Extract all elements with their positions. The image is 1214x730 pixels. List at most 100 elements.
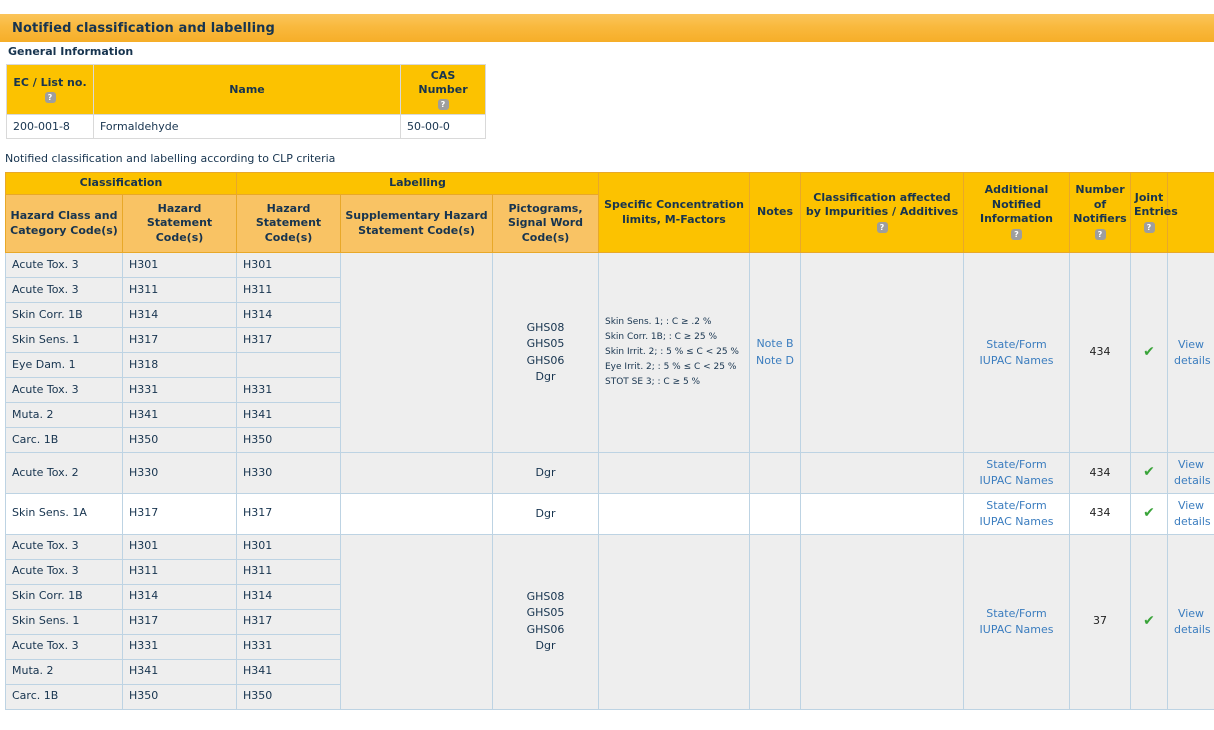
- cell-hazard-statement-labelling[interactable]: H330: [236, 452, 341, 494]
- cell-hazard-statement-labelling[interactable]: H314: [236, 302, 341, 328]
- cell-hazard-statement-labelling: [236, 352, 341, 378]
- additional-info-link-line[interactable]: IUPAC Names: [970, 473, 1063, 489]
- cell-pictograms-signal-word: Dgr: [492, 452, 599, 494]
- cell-specific-concentration-limits: [598, 452, 750, 494]
- additional-info-link-line[interactable]: State/Form: [970, 606, 1063, 622]
- pictogram-code-line: GHS05: [526, 337, 565, 350]
- cell-hazard-class-category: Acute Tox. 3: [5, 533, 123, 560]
- cell-hazard-statement-labelling[interactable]: H341: [236, 402, 341, 428]
- help-icon[interactable]: ?: [1094, 228, 1106, 240]
- cell-hazard-statement-classification[interactable]: H318: [122, 352, 237, 378]
- cell-view-details[interactable]: View details: [1167, 533, 1214, 710]
- cell-hazard-statement-classification[interactable]: H314: [122, 583, 237, 610]
- cell-hazard-statement-classification[interactable]: H350: [122, 427, 237, 453]
- view-details-link-line[interactable]: details: [1174, 473, 1211, 489]
- additional-info-link-line[interactable]: State/Form: [970, 457, 1063, 473]
- view-details-link-line[interactable]: details: [1174, 514, 1211, 530]
- help-icon[interactable]: ?: [437, 99, 449, 110]
- cell-specific-concentration-limits: [598, 492, 750, 535]
- cell-hazard-statement-classification[interactable]: H317: [122, 608, 237, 635]
- view-details-link: View details: [1174, 337, 1211, 369]
- table-row: Acute Tox. 3 H301 H301 GHS08 GHS05 GHS06 Dgr Sk…: [5, 252, 1214, 453]
- column-header-label: Number of Notifiers: [1073, 183, 1127, 225]
- pictogram-code-line: Dgr: [535, 465, 556, 479]
- specific-concentration-entry: Skin Sens. 1; : C ≥ .2 % Skin Corr. 1B; :…: [605, 315, 743, 389]
- additional-info-link-line[interactable]: IUPAC Names: [970, 514, 1063, 530]
- column-header-number-of-notifiers: Number of Notifiers ?: [1069, 172, 1131, 253]
- cell-hazard-class-category: Acute Tox. 3: [5, 377, 123, 403]
- cell-hazard-statement-labelling[interactable]: H311: [236, 558, 341, 585]
- cell-hazard-statement-labelling[interactable]: H331: [236, 377, 341, 403]
- view-details-link-line[interactable]: details: [1174, 622, 1211, 638]
- cell-hazard-class-category: Carc. 1B: [5, 683, 123, 710]
- clp-classification-table: Classification Labelling Specific Concen…: [5, 172, 1214, 710]
- cell-hazard-statement-labelling[interactable]: H317: [236, 608, 341, 635]
- cell-hazard-statement-labelling[interactable]: H314: [236, 583, 341, 610]
- column-header-hazard-class-category: Hazard Class and Category Code(s): [5, 194, 123, 253]
- check-icon: ✔: [1143, 343, 1155, 360]
- cell-hazard-statement-labelling[interactable]: H317: [236, 327, 341, 353]
- cell-hazard-statement-classification[interactable]: H331: [122, 633, 237, 660]
- cell-number-of-notifiers: 434: [1069, 252, 1131, 453]
- pictogram-code: GHS08 GHS05 GHS06 Dgr: [499, 320, 592, 386]
- cell-hazard-statement-classification[interactable]: H311: [122, 558, 237, 585]
- clp-table-body: Acute Tox. 3 H301 H301 GHS08 GHS05 GHS06 Dgr Sk…: [5, 252, 1214, 710]
- cell-hazard-class-category: Acute Tox. 3: [5, 633, 123, 660]
- cell-hazard-class-category: Skin Corr. 1B: [5, 583, 123, 610]
- cell-impurities-additives: [800, 533, 964, 710]
- additional-info-link-line[interactable]: IUPAC Names: [970, 353, 1063, 369]
- cell-hazard-statement-labelling[interactable]: H301: [236, 533, 341, 560]
- view-details-link-line[interactable]: View: [1174, 498, 1208, 514]
- help-icon[interactable]: ?: [1143, 221, 1155, 233]
- cell-view-details[interactable]: View details: [1167, 492, 1214, 535]
- cell-hazard-statement-classification[interactable]: H341: [122, 402, 237, 428]
- column-header-pictograms-signal-word: Pictograms, Signal Word Code(s): [492, 194, 599, 253]
- help-icon[interactable]: ?: [44, 92, 56, 104]
- additional-info-link-line[interactable]: IUPAC Names: [970, 622, 1063, 638]
- cell-hazard-statement-classification[interactable]: H341: [122, 658, 237, 685]
- page-banner: Notified classification and labelling: [0, 14, 1214, 42]
- cell-hazard-class-category: Skin Sens. 1: [5, 608, 123, 635]
- view-details-link-line[interactable]: details: [1174, 353, 1211, 369]
- table-row: Acute Tox. 2 H330 H330 Dgr State/Form IUPAC N…: [5, 452, 1214, 494]
- cell-joint-entries: ✔: [1130, 533, 1168, 710]
- specific-concentration-entry-line: Skin Corr. 1B; : C ≥ 25 %: [605, 332, 718, 343]
- cell-view-details[interactable]: View details: [1167, 452, 1214, 494]
- cell-view-details[interactable]: View details: [1167, 252, 1214, 453]
- pictogram-code-line: Dgr: [535, 639, 556, 653]
- pictogram-code-line: GHS08: [526, 320, 565, 334]
- cell-hazard-statement-labelling[interactable]: H301: [236, 252, 341, 278]
- cell-hazard-class-category: Carc. 1B: [5, 427, 123, 453]
- note-link-line[interactable]: Note B: [756, 336, 794, 353]
- additional-info-link-line[interactable]: State/Form: [970, 498, 1063, 514]
- column-header-notes: Notes: [749, 172, 801, 253]
- cell-hazard-statement-labelling[interactable]: H331: [236, 633, 341, 660]
- cell-hazard-statement-labelling[interactable]: H341: [236, 658, 341, 685]
- pictogram-code-line: GHS08: [526, 589, 565, 603]
- column-header-name: Name: [93, 63, 401, 116]
- note-link-line[interactable]: Note D: [756, 353, 794, 370]
- cell-hazard-statement-classification[interactable]: H301: [122, 252, 237, 278]
- help-icon[interactable]: ?: [1011, 228, 1022, 240]
- cell-hazard-statement-classification[interactable]: H317: [122, 327, 237, 353]
- help-icon[interactable]: ?: [876, 221, 888, 233]
- cell-hazard-statement-classification[interactable]: H330: [122, 452, 237, 494]
- specific-concentration-entry-line: Skin Irrit. 2; : 5 % ≤ C < 25 %: [605, 347, 739, 358]
- additional-info-link-line[interactable]: State/Form: [970, 337, 1063, 353]
- view-details-link-line[interactable]: View: [1174, 606, 1208, 622]
- cell-hazard-statement-labelling[interactable]: H350: [236, 427, 341, 453]
- cell-impurities-additives: [800, 452, 964, 494]
- cell-hazard-statement-labelling[interactable]: H311: [236, 277, 341, 303]
- cell-hazard-statement-labelling[interactable]: H350: [236, 683, 341, 710]
- cell-hazard-statement-classification[interactable]: H331: [122, 377, 237, 403]
- cell-hazard-statement-classification[interactable]: H311: [122, 277, 237, 303]
- cell-specific-concentration-limits: [598, 533, 750, 710]
- view-details-link-line[interactable]: View: [1174, 337, 1208, 353]
- cell-hazard-statement-classification[interactable]: H317: [122, 492, 237, 535]
- cell-hazard-statement-labelling[interactable]: H317: [236, 492, 341, 535]
- cell-hazard-statement-classification[interactable]: H350: [122, 683, 237, 710]
- cell-hazard-statement-classification[interactable]: H301: [122, 533, 237, 560]
- cell-hazard-statement-classification[interactable]: H314: [122, 302, 237, 328]
- view-details-link-line[interactable]: View: [1174, 457, 1208, 473]
- note-link: Note B Note D: [756, 336, 794, 369]
